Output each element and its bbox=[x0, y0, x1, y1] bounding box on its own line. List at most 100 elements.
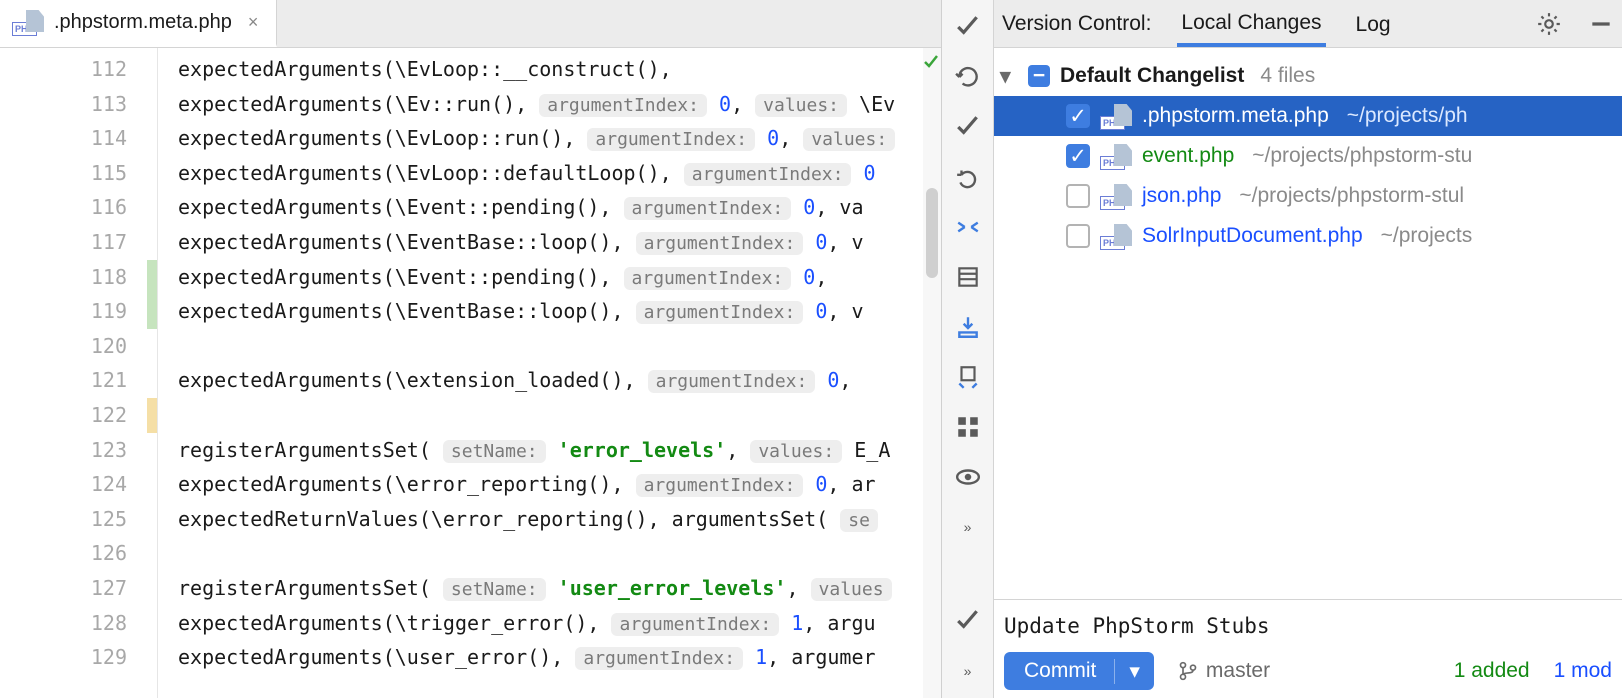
revert-icon[interactable] bbox=[953, 162, 983, 192]
changed-file-row[interactable]: ✓ .phpstorm.meta.php ~/projects/ph bbox=[994, 96, 1622, 136]
inlay-hint: argumentIndex: bbox=[624, 197, 792, 220]
refresh-icon[interactable] bbox=[953, 62, 983, 92]
code-line: expectedArguments(\extension_loaded(), a… bbox=[178, 363, 923, 398]
file-name: event.php bbox=[1142, 144, 1234, 168]
vcs-header: Version Control: Local Changes Log bbox=[994, 0, 1622, 48]
collapse-icon[interactable]: − bbox=[1028, 65, 1050, 87]
checkbox[interactable]: ✓ bbox=[1066, 104, 1090, 128]
line-number: 119 bbox=[0, 294, 157, 329]
code-line bbox=[178, 329, 923, 364]
php-file-icon bbox=[1100, 104, 1132, 128]
checkmark-icon[interactable] bbox=[953, 112, 983, 142]
vcs-toolbar: » » bbox=[942, 0, 994, 698]
code-line: expectedArguments(\trigger_error(), argu… bbox=[178, 606, 923, 641]
checkbox[interactable]: ✓ bbox=[1066, 144, 1090, 168]
changelist-root[interactable]: ▾ − Default Changelist 4 files bbox=[994, 56, 1622, 96]
line-number: 117 bbox=[0, 225, 157, 260]
collapse-icon[interactable] bbox=[953, 212, 983, 242]
inlay-hint: argumentIndex: bbox=[624, 267, 792, 290]
tab-log[interactable]: Log bbox=[1352, 3, 1395, 45]
preview-icon[interactable] bbox=[953, 462, 983, 492]
minimize-icon[interactable] bbox=[1588, 11, 1614, 37]
commit-button[interactable]: Commit ▾ bbox=[1004, 652, 1154, 690]
editor-scrollbar[interactable] bbox=[923, 188, 941, 308]
checkmark-icon[interactable] bbox=[953, 12, 983, 42]
tab-filename: .phpstorm.meta.php bbox=[54, 11, 232, 34]
code-line: expectedArguments(\EvLoop::__construct()… bbox=[178, 52, 923, 87]
code-line: expectedArguments(\Event::pending(), arg… bbox=[178, 190, 923, 225]
checkmark-icon[interactable] bbox=[953, 606, 983, 636]
inlay-hint: argumentIndex: bbox=[636, 232, 804, 255]
line-number: 124 bbox=[0, 467, 157, 502]
code-line: expectedReturnValues(\error_reporting(),… bbox=[178, 502, 923, 537]
changelist-name: Default Changelist bbox=[1060, 64, 1244, 88]
line-number: 122 bbox=[0, 398, 157, 433]
chevron-down-icon[interactable]: ▾ bbox=[1000, 64, 1018, 89]
code-area[interactable]: expectedArguments(\EvLoop::__construct()… bbox=[158, 48, 923, 698]
inlay-hint: argumentIndex: bbox=[539, 94, 707, 117]
file-name: SolrInputDocument.php bbox=[1142, 224, 1363, 248]
checkbox[interactable] bbox=[1066, 184, 1090, 208]
added-count: 1 added bbox=[1454, 659, 1530, 683]
line-number: 118 bbox=[0, 260, 157, 295]
inlay-hint: argumentIndex: bbox=[684, 163, 852, 186]
inlay-hint: setName: bbox=[443, 440, 546, 463]
inlay-hint: values: bbox=[803, 128, 895, 151]
line-number: 120 bbox=[0, 329, 157, 364]
line-number: 121 bbox=[0, 363, 157, 398]
php-file-icon bbox=[12, 10, 44, 34]
code-line: expectedArguments(\Ev::run(), argumentIn… bbox=[178, 87, 923, 122]
code-line: expectedArguments(\EvLoop::run(), argume… bbox=[178, 121, 923, 156]
modified-count: 1 mod bbox=[1554, 659, 1612, 683]
inlay-hint: argumentIndex: bbox=[575, 647, 743, 670]
php-file-icon bbox=[1100, 144, 1132, 168]
tab-local-changes[interactable]: Local Changes bbox=[1177, 1, 1325, 47]
changed-file-row[interactable]: ✓ event.php ~/projects/phpstorm-stu bbox=[994, 136, 1622, 176]
code-line: registerArgumentsSet( setName: 'user_err… bbox=[178, 571, 923, 606]
inlay-hint: values: bbox=[750, 440, 842, 463]
line-number: 129 bbox=[0, 640, 157, 675]
line-number: 114 bbox=[0, 121, 157, 156]
file-name: json.php bbox=[1142, 184, 1221, 208]
code-line: expectedArguments(\Event::pending(), arg… bbox=[178, 260, 923, 295]
inspection-ok-icon bbox=[923, 54, 941, 70]
expand-more-icon[interactable]: » bbox=[953, 656, 983, 686]
line-number: 125 bbox=[0, 502, 157, 537]
commit-area: Update PhpStorm Stubs Commit ▾ master 1 … bbox=[994, 599, 1622, 698]
expand-more-icon[interactable]: » bbox=[953, 512, 983, 542]
code-line bbox=[178, 536, 923, 571]
code-line: expectedArguments(\EvLoop::defaultLoop()… bbox=[178, 156, 923, 191]
editor-pane: .phpstorm.meta.php × 112 113 114 115 116… bbox=[0, 0, 942, 698]
code-line: expectedArguments(\user_error(), argumen… bbox=[178, 640, 923, 675]
editor-tab-bar: .phpstorm.meta.php × bbox=[0, 0, 941, 48]
chevron-down-icon[interactable]: ▾ bbox=[1114, 659, 1140, 684]
inlay-hint: values: bbox=[755, 94, 847, 117]
editor-body: 112 113 114 115 116 117 118 119 120 121 … bbox=[0, 48, 941, 698]
code-line bbox=[178, 398, 923, 433]
line-number: 115 bbox=[0, 156, 157, 191]
files-count: 4 files bbox=[1260, 64, 1315, 88]
diff-icon[interactable] bbox=[953, 262, 983, 292]
code-line: expectedArguments(\EventBase::loop(), ar… bbox=[178, 294, 923, 329]
checkbox[interactable] bbox=[1066, 224, 1090, 248]
branch-name: master bbox=[1206, 659, 1270, 683]
commit-message-input[interactable]: Update PhpStorm Stubs bbox=[1004, 610, 1612, 652]
inlay-hint: se bbox=[840, 509, 878, 532]
inlay-hint: argumentIndex: bbox=[636, 301, 804, 324]
changed-file-row[interactable]: SolrInputDocument.php ~/projects bbox=[994, 216, 1622, 256]
group-icon[interactable] bbox=[953, 412, 983, 442]
error-stripe[interactable] bbox=[923, 48, 941, 698]
code-line: expectedArguments(\EventBase::loop(), ar… bbox=[178, 225, 923, 260]
line-number: 116 bbox=[0, 190, 157, 225]
shelve-icon[interactable] bbox=[953, 312, 983, 342]
changelist-icon[interactable] bbox=[953, 362, 983, 392]
gear-icon[interactable] bbox=[1536, 11, 1562, 37]
code-line: registerArgumentsSet( setName: 'error_le… bbox=[178, 433, 923, 468]
inlay-hint: values bbox=[811, 578, 892, 601]
close-icon[interactable]: × bbox=[248, 12, 259, 33]
branch-indicator[interactable]: master bbox=[1178, 659, 1270, 683]
file-name: .phpstorm.meta.php bbox=[1142, 104, 1329, 128]
changed-file-row[interactable]: json.php ~/projects/phpstorm-stul bbox=[994, 176, 1622, 216]
file-path: ~/projects/phpstorm-stu bbox=[1252, 144, 1472, 168]
editor-tab[interactable]: .phpstorm.meta.php × bbox=[0, 0, 277, 47]
